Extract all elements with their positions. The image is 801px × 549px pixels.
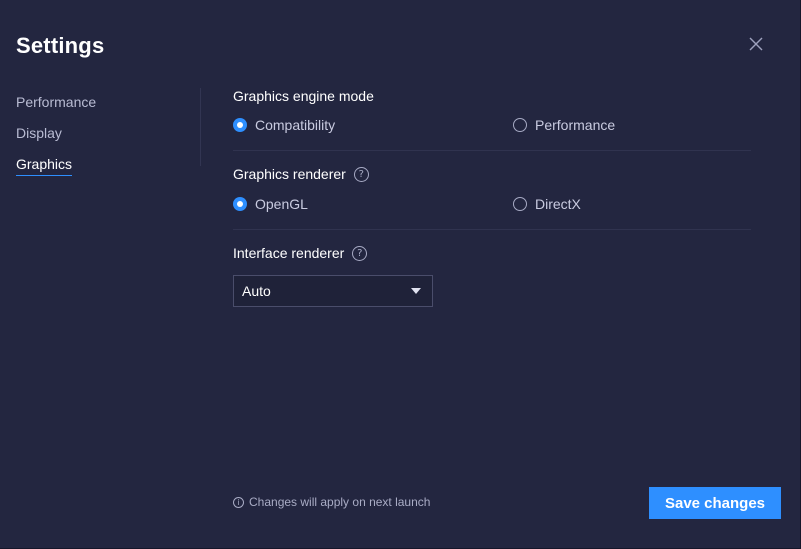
radio-opengl[interactable]: OpenGL: [233, 196, 308, 212]
radio-selected-icon: [233, 197, 247, 211]
save-changes-button[interactable]: Save changes: [649, 487, 781, 519]
sidebar-item-label: Graphics: [16, 154, 73, 176]
radio-unselected-icon: [513, 118, 527, 132]
renderer-title: Graphics renderer ?: [233, 166, 369, 182]
renderer-label: Graphics renderer: [233, 166, 346, 182]
radio-performance[interactable]: Performance: [513, 117, 615, 133]
renderer-options: OpenGL DirectX: [233, 196, 751, 214]
sidebar-item-label: Performance: [16, 94, 97, 110]
radio-label: OpenGL: [255, 196, 308, 212]
settings-dialog: Settings Performance Display Graphics Gr…: [0, 0, 801, 549]
interface-renderer-select[interactable]: Auto: [233, 275, 433, 307]
radio-unselected-icon: [513, 197, 527, 211]
select-value: Auto: [242, 283, 271, 299]
info-icon: i: [233, 496, 244, 508]
sidebar-item-performance[interactable]: Performance: [16, 92, 176, 123]
engine-mode-title: Graphics engine mode: [233, 88, 374, 104]
interface-renderer-title: Interface renderer ?: [233, 245, 368, 261]
engine-mode-label: Graphics engine mode: [233, 88, 374, 104]
restart-notice: i Changes will apply on next launch: [233, 495, 430, 509]
interface-renderer-label: Interface renderer: [233, 245, 345, 261]
help-icon[interactable]: ?: [353, 166, 369, 182]
sidebar-item-display[interactable]: Display: [16, 123, 176, 154]
page-title: Settings: [16, 33, 105, 58]
close-icon: [749, 37, 763, 51]
sidebar-item-graphics[interactable]: Graphics: [16, 154, 176, 185]
engine-mode-options: Compatibility Performance: [233, 117, 751, 135]
section-divider: [233, 150, 751, 151]
sidebar-divider: [200, 88, 201, 166]
sidebar: Performance Display Graphics: [16, 92, 176, 185]
radio-directx[interactable]: DirectX: [513, 196, 581, 212]
sidebar-item-label: Display: [16, 125, 62, 141]
radio-label: Compatibility: [255, 117, 336, 133]
restart-notice-text: Changes will apply on next launch: [249, 495, 431, 509]
section-divider: [233, 229, 751, 230]
chevron-down-icon: [411, 288, 421, 294]
radio-selected-icon: [233, 118, 247, 132]
radio-label: DirectX: [535, 196, 581, 212]
radio-label: Performance: [535, 117, 616, 133]
help-icon[interactable]: ?: [352, 245, 368, 261]
radio-compatibility[interactable]: Compatibility: [233, 117, 335, 133]
close-button[interactable]: [745, 33, 767, 55]
